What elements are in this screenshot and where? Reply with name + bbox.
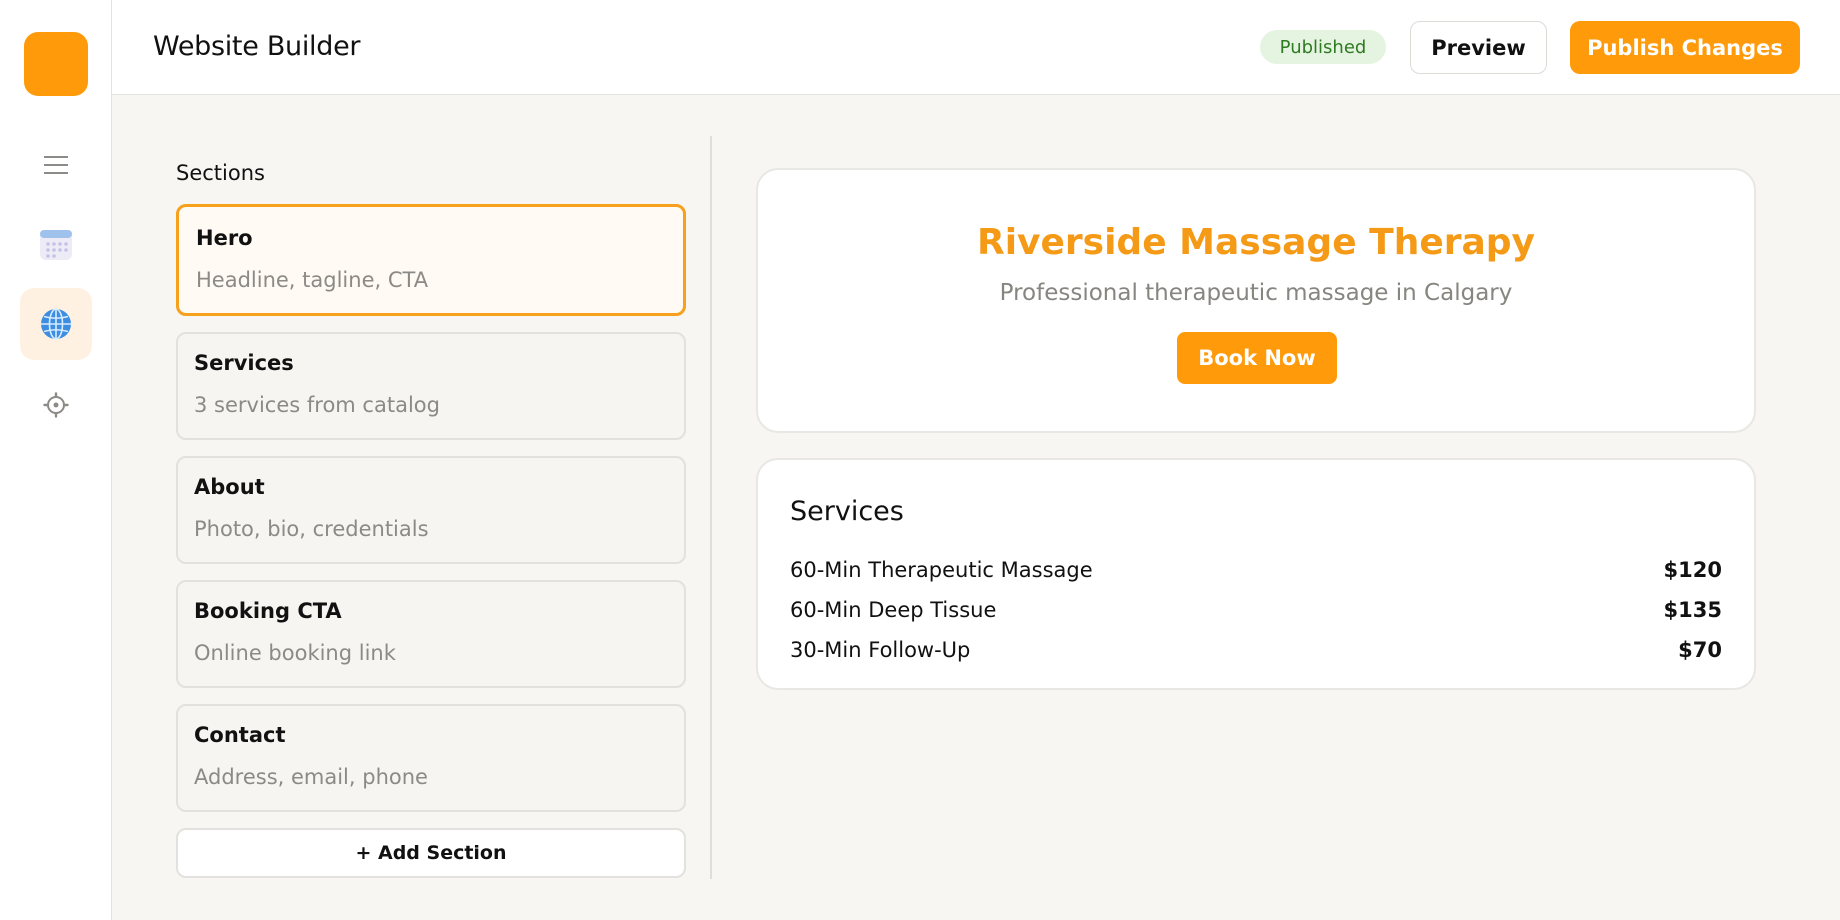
service-name: 60-Min Deep Tissue [790,598,997,622]
services-title: Services [790,496,904,527]
menu-button[interactable] [20,129,92,201]
services-list: 60-Min Therapeutic Massage $120 60-Min D… [790,550,1722,670]
add-section-button[interactable]: + Add Section [176,828,686,878]
service-price: $135 [1663,598,1722,622]
section-item-name: Hero [196,226,253,250]
hero-preview[interactable]: Riverside Massage Therapy Professional t… [756,168,1756,433]
section-item-contact[interactable]: Contact Address, email, phone [176,704,686,812]
section-item-about[interactable]: About Photo, bio, credentials [176,456,686,564]
service-price: $120 [1663,558,1722,582]
calendar-nav-button[interactable] [20,209,92,281]
status-badge: Published [1260,30,1386,64]
service-row: 30-Min Follow-Up $70 [790,630,1722,670]
publish-changes-button[interactable]: Publish Changes [1570,21,1800,74]
website-builder-nav-button[interactable] [20,288,92,360]
app-logo[interactable] [24,32,88,96]
hero-tagline: Professional therapeutic massage in Calg… [999,280,1513,306]
section-item-name: About [194,475,265,499]
section-item-services[interactable]: Services 3 services from catalog [176,332,686,440]
menu-icon [44,156,68,174]
section-item-booking-cta[interactable]: Booking CTA Online booking link [176,580,686,688]
service-name: 30-Min Follow-Up [790,638,971,662]
preview-button[interactable]: Preview [1410,21,1547,74]
section-item-name: Booking CTA [194,599,342,623]
sections-heading: Sections [176,161,265,185]
gear-icon [43,392,69,418]
settings-nav-button[interactable] [20,369,92,441]
section-item-description: 3 services from catalog [194,393,440,417]
section-item-description: Photo, bio, credentials [194,517,429,541]
page-title: Website Builder [153,31,361,62]
panel-divider [710,136,712,879]
section-item-name: Services [194,351,294,375]
top-bar: Website Builder Published Preview Publis… [112,0,1840,95]
section-item-description: Online booking link [194,641,396,665]
calendar-icon [40,230,72,260]
hero-title: Riverside Massage Therapy [976,222,1536,263]
book-now-button[interactable]: Book Now [1177,332,1337,384]
services-preview[interactable]: Services 60-Min Therapeutic Massage $120… [756,458,1756,690]
section-item-hero[interactable]: Hero Headline, tagline, CTA [176,204,686,316]
service-price: $70 [1678,638,1722,662]
section-item-name: Contact [194,723,286,747]
globe-icon [41,308,71,340]
nav-rail [0,0,112,920]
section-item-description: Headline, tagline, CTA [196,268,429,292]
service-name: 60-Min Therapeutic Massage [790,558,1093,582]
service-row: 60-Min Therapeutic Massage $120 [790,550,1722,590]
section-item-description: Address, email, phone [194,765,428,789]
service-row: 60-Min Deep Tissue $135 [790,590,1722,630]
sections-list: Hero Headline, tagline, CTA Services 3 s… [176,204,686,878]
